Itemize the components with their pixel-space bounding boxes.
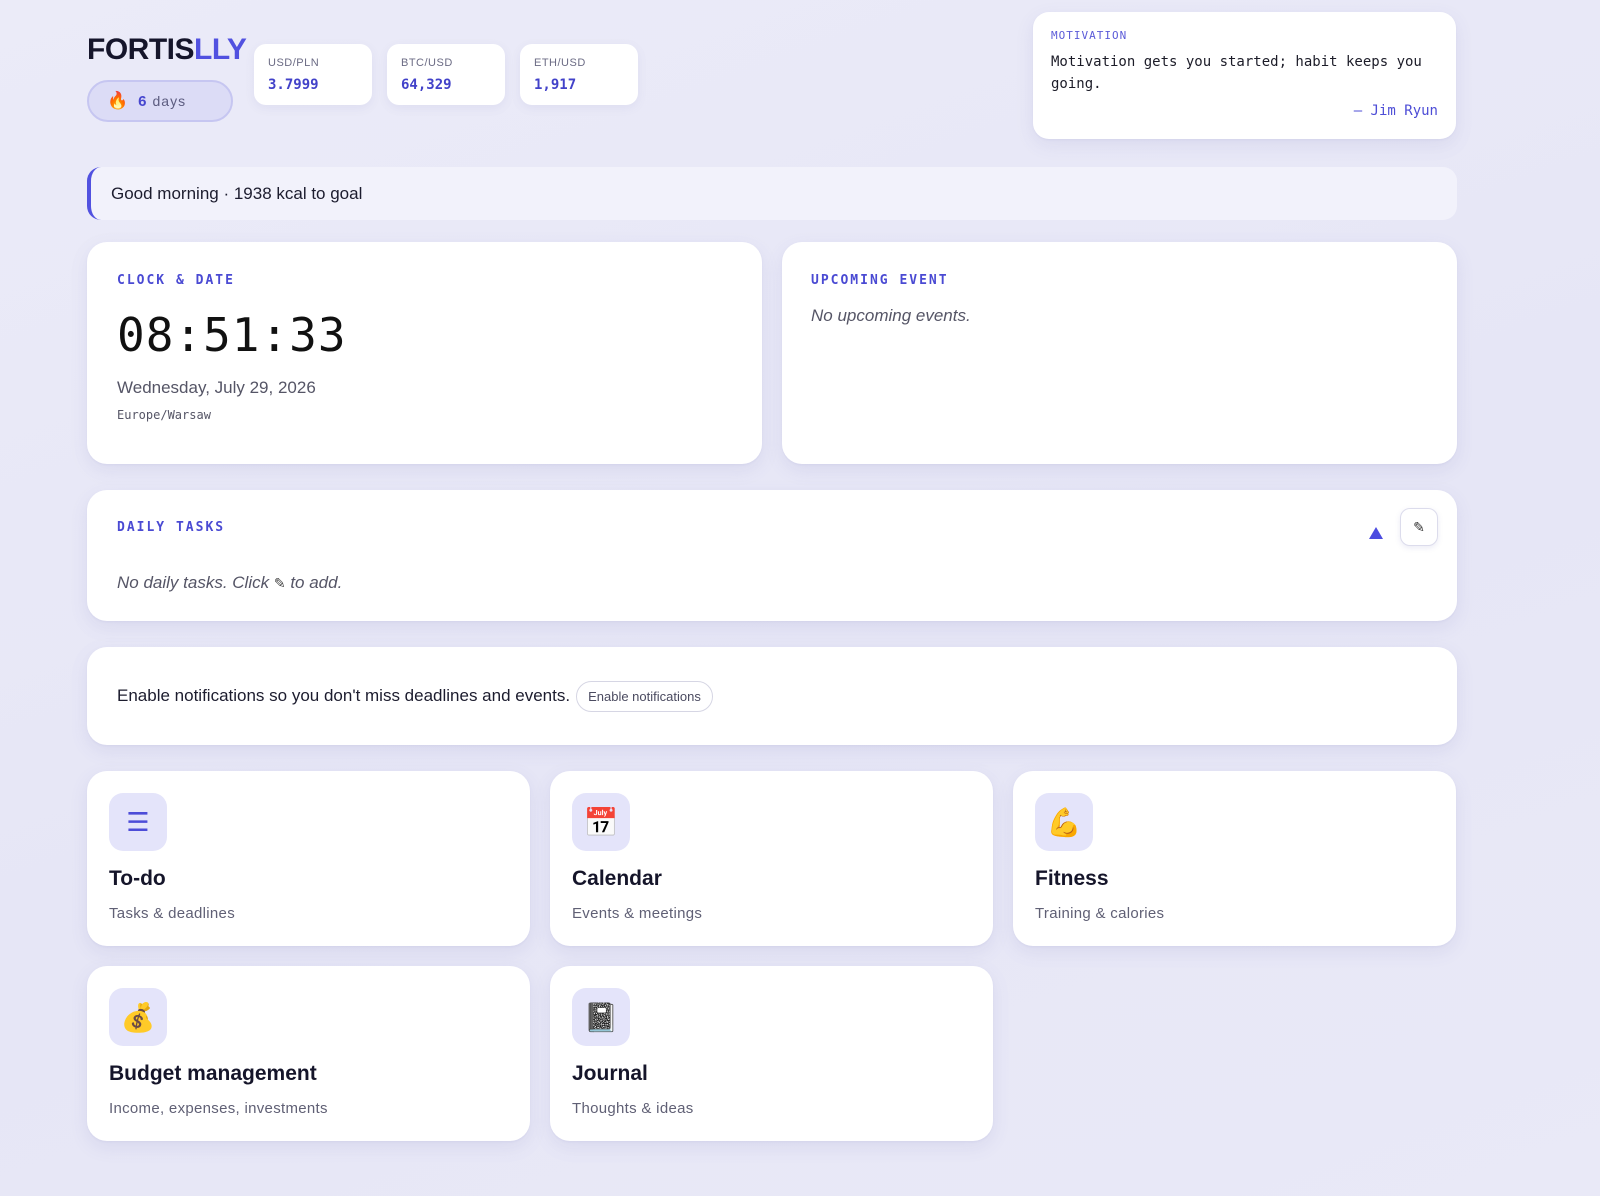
- clock-time: 08:51:33: [117, 308, 347, 362]
- ticker-usd-pln: USD/PLN 3.7999: [254, 44, 372, 105]
- upcoming-empty-text: No upcoming events.: [811, 306, 971, 325]
- ticker-pair: BTC/USD: [401, 57, 453, 69]
- ticker-value: 1,917: [534, 77, 577, 93]
- ticker-eth-usd: ETH/USD 1,917: [520, 44, 638, 105]
- streak-label: days: [152, 93, 187, 109]
- motivation-card: MOTIVATION Motivation gets you started; …: [1033, 12, 1456, 139]
- clock-timezone: Europe/Warsaw: [117, 408, 211, 422]
- flame-icon: 🔥: [107, 91, 129, 110]
- daily-tasks-empty: No daily tasks. Click ✎ to add.: [117, 573, 1457, 593]
- daily-tasks-empty-suffix: to add.: [290, 573, 343, 592]
- module-card-todo[interactable]: ☰ To-do Tasks & deadlines: [87, 771, 530, 946]
- upcoming-title: UPCOMING EVENT: [811, 273, 949, 288]
- logo-main: FORTIS: [87, 33, 195, 66]
- notifications-card: Enable notifications so you don't miss d…: [87, 647, 1457, 745]
- daily-tasks-card: DAILY TASKS No daily tasks. Click ✎ to a…: [87, 490, 1457, 621]
- module-desc: Tasks & deadlines: [109, 905, 236, 922]
- streak-badge: 🔥 6 days: [87, 80, 233, 122]
- motivation-quote: Motivation gets you started; habit keeps…: [1051, 54, 1422, 92]
- motivation-tag: MOTIVATION: [1051, 29, 1128, 42]
- ticker-value: 64,329: [401, 77, 452, 93]
- edit-tasks-button[interactable]: ✎: [1400, 508, 1438, 546]
- logo-accent: LLY: [194, 33, 247, 66]
- pencil-icon: ✎: [273, 575, 286, 591]
- ticker-value: 3.7999: [268, 77, 319, 93]
- flexed-biceps-icon: 💪: [1035, 793, 1093, 851]
- app-logo: FORTISLLY: [87, 33, 247, 67]
- module-card-calendar[interactable]: 📅 Calendar Events & meetings: [550, 771, 993, 946]
- collapse-triangle-icon[interactable]: [1369, 527, 1383, 539]
- module-desc: Training & calories: [1035, 905, 1165, 922]
- module-card-journal[interactable]: 📓 Journal Thoughts & ideas: [550, 966, 993, 1141]
- greeting-banner: Good morning · 1938 kcal to goal: [87, 167, 1457, 220]
- calendar-icon: 📅: [572, 793, 630, 851]
- pencil-icon: ✎: [1413, 518, 1425, 535]
- daily-tasks-empty-prefix: No daily tasks. Click: [117, 573, 270, 592]
- list-icon: ☰: [109, 793, 167, 851]
- module-card-budget[interactable]: 💰 Budget management Income, expenses, in…: [87, 966, 530, 1141]
- clock-date: Wednesday, July 29, 2026: [117, 378, 316, 397]
- upcoming-event-card: UPCOMING EVENT No upcoming events.: [782, 242, 1457, 464]
- module-name: Journal: [572, 1062, 648, 1085]
- module-name: Budget management: [109, 1062, 317, 1085]
- enable-notifications-button[interactable]: Enable notifications: [576, 680, 713, 712]
- money-bag-icon: 💰: [109, 988, 167, 1046]
- daily-tasks-title: DAILY TASKS: [117, 520, 226, 535]
- module-name: Fitness: [1035, 867, 1109, 890]
- module-card-fitness[interactable]: 💪 Fitness Training & calories: [1013, 771, 1456, 946]
- streak-count: 6: [138, 92, 147, 110]
- notifications-text: Enable notifications so you don't miss d…: [117, 686, 571, 705]
- module-desc: Thoughts & ideas: [572, 1100, 694, 1117]
- clock-title: CLOCK & DATE: [117, 273, 235, 288]
- ticker-pair: ETH/USD: [534, 57, 586, 69]
- greeting-text: Good morning · 1938 kcal to goal: [111, 183, 363, 203]
- module-name: Calendar: [572, 867, 662, 890]
- module-desc: Events & meetings: [572, 905, 703, 922]
- motivation-author: — Jim Ryun: [1353, 103, 1438, 119]
- ticker-btc-usd: BTC/USD 64,329: [387, 44, 505, 105]
- module-desc: Income, expenses, investments: [109, 1100, 328, 1117]
- clock-card: CLOCK & DATE 08:51:33 Wednesday, July 29…: [87, 242, 762, 464]
- module-name: To-do: [109, 867, 166, 890]
- ticker-pair: USD/PLN: [268, 57, 320, 69]
- notebook-icon: 📓: [572, 988, 630, 1046]
